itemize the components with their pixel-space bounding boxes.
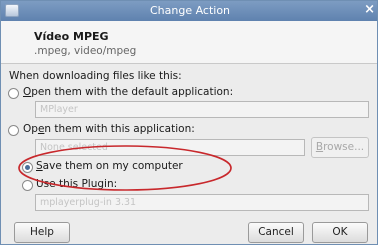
file-type-header: Vídeo MPEG .mpeg, video/mpeg — [1, 21, 377, 64]
file-type-title: Vídeo MPEG — [34, 30, 109, 43]
cancel-button[interactable]: Cancel — [248, 222, 304, 243]
radio-default-app[interactable] — [8, 88, 19, 99]
download-prompt-label: When downloading files like this: — [9, 70, 182, 82]
app-path-field: None selected — [35, 139, 305, 156]
title-bar[interactable]: Change Action × — [1, 1, 377, 21]
ok-button[interactable]: OK — [312, 222, 368, 243]
window-title: Change Action — [149, 4, 231, 17]
radio-this-app[interactable] — [8, 125, 19, 136]
close-icon[interactable]: × — [364, 2, 375, 17]
change-action-dialog: Change Action × Vídeo MPEG .mpeg, video/… — [0, 0, 378, 245]
browse-button[interactable]: Browse... — [311, 137, 369, 158]
plugin-field: mplayerplug-in 3.31 — [35, 194, 369, 211]
default-app-field: MPlayer — [35, 101, 369, 118]
option-save-label[interactable]: Save them on my computer — [36, 160, 183, 172]
help-button[interactable]: Help — [14, 222, 70, 243]
option-default-app-label[interactable]: Open them with the default application: — [23, 86, 233, 98]
radio-plugin[interactable] — [22, 180, 33, 191]
option-plugin-label[interactable]: Use this Plugin: — [36, 178, 117, 190]
file-type-subtitle: .mpeg, video/mpeg — [34, 45, 137, 57]
option-this-app-label[interactable]: Open them with this application: — [23, 123, 195, 135]
radio-save[interactable] — [22, 162, 33, 173]
